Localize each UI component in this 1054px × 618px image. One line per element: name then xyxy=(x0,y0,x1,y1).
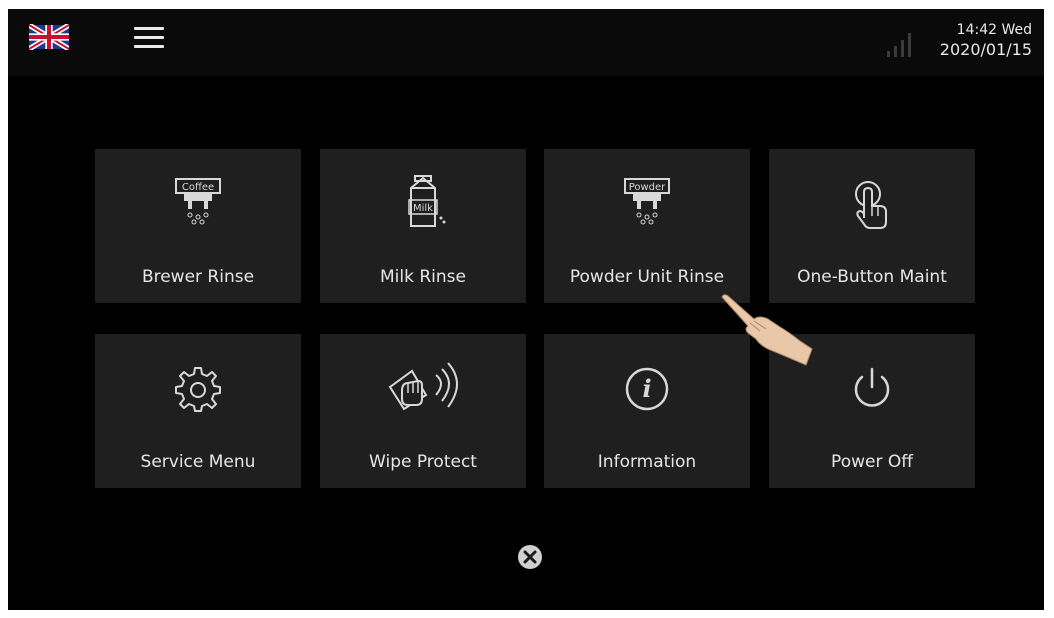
info-icon: i xyxy=(625,367,669,411)
power-off-label: Power Off xyxy=(831,452,913,472)
machine-screen: 14:42 Wed 2020/01/15 Coffee Brewer Rinse xyxy=(8,9,1044,610)
powder-icon-text: Powder xyxy=(629,182,666,193)
coffee-brewer-rinse-icon: Coffee xyxy=(175,178,221,225)
one-button-maint-button[interactable]: One-Button Maint xyxy=(769,149,975,303)
powder-unit-rinse-button[interactable]: Powder Powder Unit Rinse xyxy=(544,149,750,303)
milk-rinse-label: Milk Rinse xyxy=(380,267,466,287)
wipe-protect-label: Wipe Protect xyxy=(369,452,477,472)
powder-unit-rinse-label: Powder Unit Rinse xyxy=(569,267,725,287)
wipe-protect-button[interactable]: Wipe Protect xyxy=(320,334,526,488)
hamburger-menu-icon[interactable] xyxy=(134,27,164,51)
uk-flag-icon[interactable] xyxy=(29,24,69,50)
wipe-hand-icon xyxy=(388,362,458,411)
date-text: 2020/01/15 xyxy=(939,40,1032,59)
pointing-hand-icon xyxy=(721,294,813,366)
time-text: 14:42 Wed xyxy=(956,22,1032,38)
service-menu-button[interactable]: Service Menu xyxy=(95,334,301,488)
close-icon[interactable] xyxy=(516,543,544,571)
svg-text:i: i xyxy=(642,374,651,403)
brewer-rinse-label: Brewer Rinse xyxy=(141,267,255,287)
signal-strength-icon xyxy=(887,33,911,57)
one-button-maint-label: One-Button Maint xyxy=(797,267,947,287)
top-bar: 14:42 Wed 2020/01/15 xyxy=(8,9,1044,76)
information-label: Information xyxy=(597,452,697,472)
power-icon xyxy=(854,367,890,407)
touch-button-icon xyxy=(855,181,887,229)
milk-carton-icon: Milk xyxy=(408,175,446,227)
clock: 14:42 Wed 2020/01/15 xyxy=(940,21,1032,61)
milk-icon-text: Milk xyxy=(413,203,433,214)
brewer-icon-text: Coffee xyxy=(182,182,214,193)
brewer-rinse-button[interactable]: Coffee Brewer Rinse xyxy=(95,149,301,303)
powder-unit-rinse-icon: Powder xyxy=(624,178,670,225)
milk-rinse-button[interactable]: Milk Milk Rinse xyxy=(320,149,526,303)
service-menu-label: Service Menu xyxy=(140,452,256,472)
gear-icon xyxy=(175,367,221,412)
